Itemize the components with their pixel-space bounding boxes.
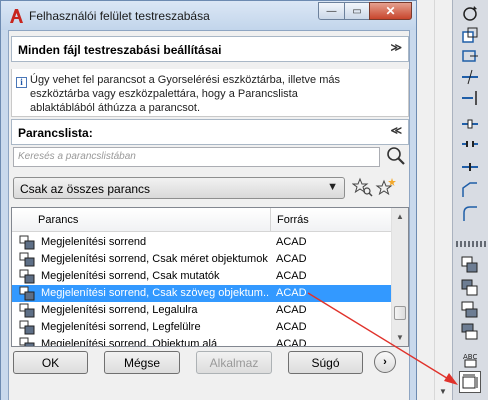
dimensions-to-front-icon[interactable] (459, 371, 481, 393)
dim-front-icon (19, 252, 35, 267)
column-header-command[interactable]: Parancs (38, 214, 78, 226)
info-line-2: eszköztárba vagy eszközpalettára, hogy a… (30, 88, 298, 100)
text-to-front-icon[interactable]: ABC (460, 349, 480, 369)
bring-to-front-icon[interactable] (460, 255, 480, 275)
scroll-up-icon[interactable]: ▲ (392, 208, 408, 225)
info-icon: i (16, 77, 27, 88)
command-source: ACAD (276, 270, 307, 282)
send-under-objects-icon[interactable] (460, 322, 480, 342)
autocad-logo-icon (10, 9, 23, 23)
title-bar[interactable]: Felhasználói felület testreszabása — ▭ ✕ (1, 1, 416, 30)
command-name: Megjelenítési sorrend, Csak mutatók (41, 270, 220, 282)
command-source: ACAD (276, 287, 307, 299)
command-name: Megjelenítési sorrend, Legfelülre (41, 321, 201, 333)
join-icon[interactable] (460, 157, 480, 177)
dialog-client-area: Minden fájl testreszabási beállításai ≫ … (8, 30, 410, 400)
expand-chevron-icon[interactable]: ≫ (390, 41, 402, 54)
extend-icon[interactable] (460, 88, 480, 108)
ok-button[interactable]: OK (13, 351, 88, 374)
collapse-chevron-icon[interactable]: ≪ (390, 124, 402, 137)
command-search-input[interactable]: Keresés a parancslistában (13, 147, 380, 167)
command-name: Megjelenítési sorrend, Csak szöveg objek… (41, 287, 269, 299)
command-source: ACAD (276, 321, 307, 333)
list-row[interactable]: Megjelenítési sorrend, Csak mutatók ACAD (12, 268, 393, 285)
list-row[interactable]: Megjelenítési sorrend ACAD (12, 234, 393, 251)
new-command-star-icon[interactable] (375, 177, 397, 199)
command-name: Megjelenítési sorrend, Csak méret objekt… (41, 253, 268, 265)
cancel-button[interactable]: Mégse (104, 351, 180, 374)
text-front-icon (19, 286, 35, 301)
bring-to-top-icon (19, 320, 35, 335)
expand-arrow-button[interactable]: › (374, 351, 396, 373)
bring-above-objects-icon[interactable] (460, 300, 480, 320)
list-header: Parancs Forrás (12, 208, 393, 232)
display-order-icon (19, 235, 35, 250)
command-name: Megjelenítési sorrend (41, 236, 147, 248)
command-name: Megjelenítési sorrend, Objektum alá (41, 338, 218, 347)
scroll-down-icon[interactable]: ▼ (392, 329, 408, 346)
command-source: ACAD (276, 338, 307, 347)
command-list[interactable]: Parancs Forrás Megjelenítési sorrend ACAD… (11, 207, 409, 347)
customize-settings-title: Minden fájl testreszabási beállításai (18, 43, 222, 57)
customize-ui-dialog: Felhasználói felület testreszabása — ▭ ✕… (0, 0, 417, 400)
command-list-title: Parancslista: (18, 126, 93, 140)
apply-button[interactable]: Alkalmaz (196, 351, 272, 374)
command-filter-dropdown[interactable]: Csak az összes parancs ▼ (13, 177, 345, 199)
window-title: Felhasználói felület testreszabása (29, 9, 210, 23)
column-separator[interactable] (270, 208, 271, 232)
fillet-icon[interactable] (460, 204, 480, 224)
list-row[interactable]: Megjelenítési sorrend, Csak méret objekt… (12, 251, 393, 268)
close-button[interactable]: ✕ (369, 2, 412, 20)
info-line-3: ablaktáblából áthúzza a parancsot. (30, 102, 201, 114)
drawing-vertical-scrollbar[interactable]: ▼ (434, 0, 451, 400)
chamfer-icon[interactable] (460, 180, 480, 200)
under-object-icon (19, 337, 35, 346)
send-to-bottom-icon (19, 303, 35, 318)
command-source: ACAD (276, 236, 307, 248)
trim-icon[interactable] (460, 67, 480, 87)
command-filter-value: Csak az összes parancs (20, 182, 151, 196)
info-text: Úgy vehet fel parancsot a Gyorselérési e… (30, 73, 402, 115)
leader-front-icon (19, 269, 35, 284)
dropdown-arrow-icon: ▼ (327, 181, 338, 193)
list-row[interactable]: Megjelenítési sorrend, Legfelülre ACAD (12, 319, 393, 336)
toolbar-grip[interactable] (456, 241, 486, 247)
minimize-button[interactable]: — (318, 2, 345, 20)
modify-toolbar: ABC (452, 0, 488, 400)
search-icon[interactable] (385, 145, 407, 167)
break-at-point-icon[interactable] (460, 112, 480, 132)
list-vertical-scrollbar[interactable]: ▲ ▼ (391, 208, 408, 346)
find-star-icon[interactable] (352, 177, 374, 199)
list-row[interactable]: Megjelenítési sorrend, Objektum alá ACAD (12, 336, 393, 347)
maximize-button[interactable]: ▭ (344, 2, 370, 20)
list-row[interactable]: Megjelenítési sorrend, Legalulra ACAD (12, 302, 393, 319)
command-list-header[interactable]: Parancslista: ≪ (11, 119, 409, 145)
scale-icon[interactable] (460, 25, 480, 45)
scroll-thumb[interactable] (394, 306, 406, 320)
customize-settings-header[interactable]: Minden fájl testreszabási beállításai ≫ (11, 36, 409, 62)
list-row[interactable]: Megjelenítési sorrend, Csak szöveg objek… (12, 285, 393, 302)
send-to-back-icon[interactable] (460, 278, 480, 298)
column-header-source[interactable]: Forrás (277, 214, 309, 226)
rotate-icon[interactable] (460, 4, 480, 24)
command-name: Megjelenítési sorrend, Legalulra (41, 304, 198, 316)
break-icon[interactable] (460, 134, 480, 154)
info-line-1: Úgy vehet fel parancsot a Gyorselérési e… (30, 74, 340, 86)
help-button[interactable]: Súgó (288, 351, 363, 374)
info-box: i Úgy vehet fel parancsot a Gyorselérési… (11, 69, 409, 117)
command-source: ACAD (276, 253, 307, 265)
scroll-down-arrow-icon[interactable]: ▼ (439, 387, 447, 396)
command-source: ACAD (276, 304, 307, 316)
stretch-icon[interactable] (460, 46, 480, 66)
